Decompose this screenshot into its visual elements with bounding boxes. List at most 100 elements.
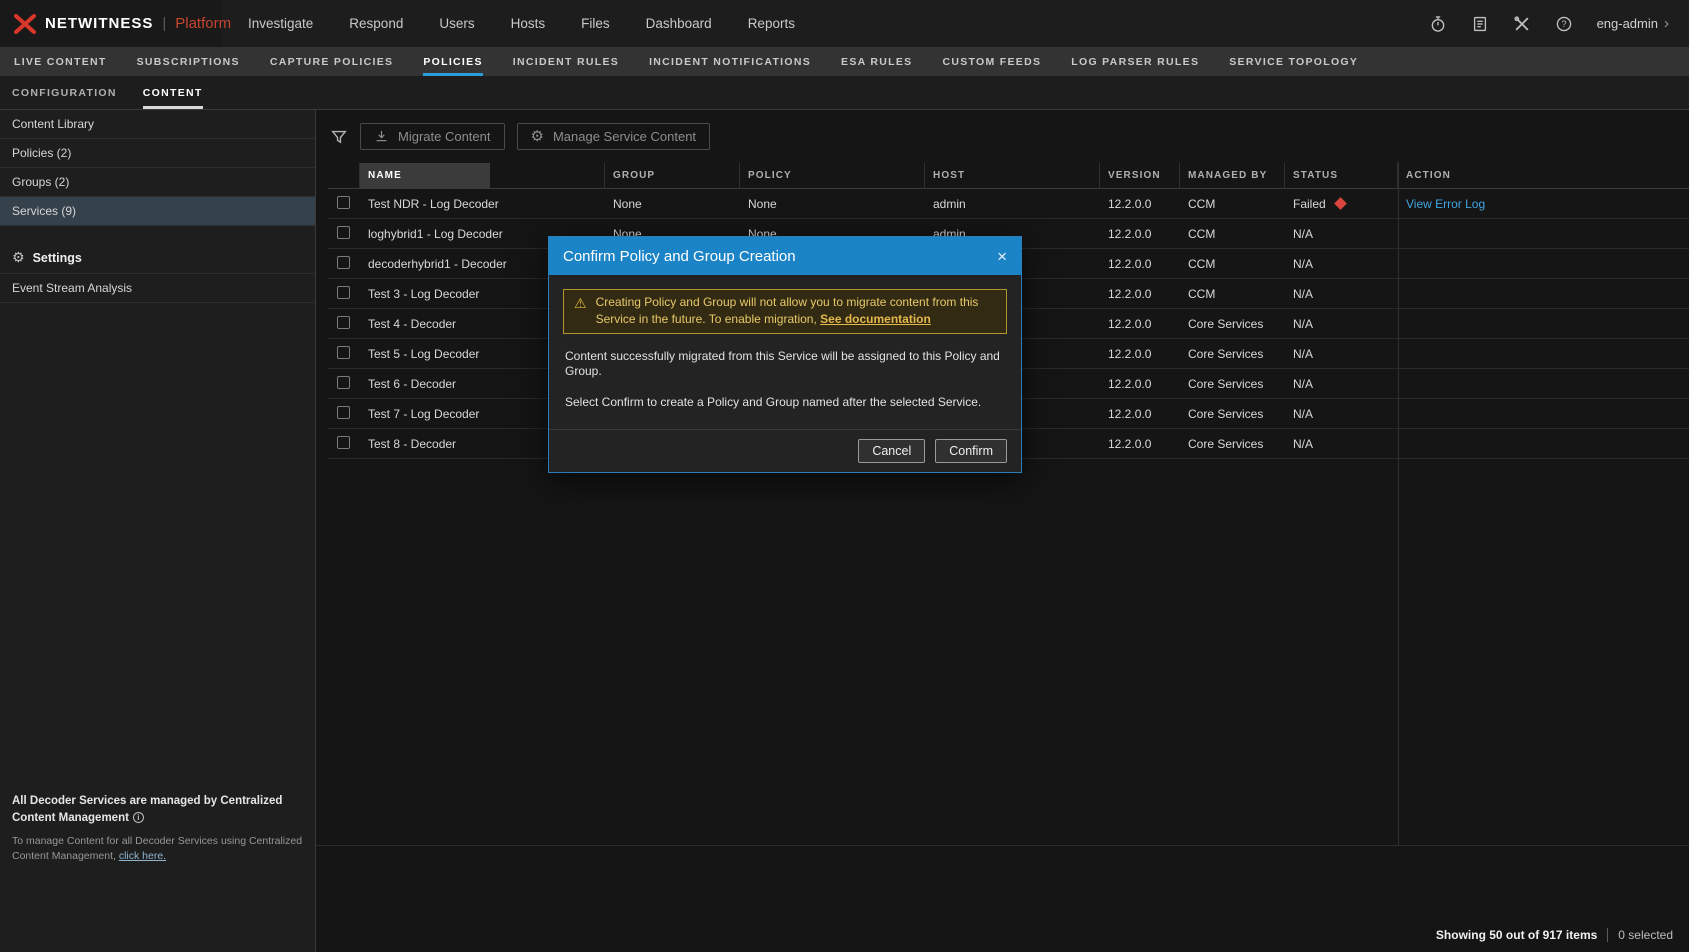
nav-files[interactable]: Files <box>581 16 610 31</box>
row-checkbox[interactable] <box>337 286 350 299</box>
subnav-service-topology[interactable]: SERVICE TOPOLOGY <box>1229 47 1358 76</box>
sidebar-item-event-stream-analysis[interactable]: Event Stream Analysis <box>0 273 315 303</box>
column-header-policy[interactable]: POLICY <box>740 163 925 188</box>
top-bar: NETWITNESS | Platform Investigate Respon… <box>0 0 1689 47</box>
sidebar: Content Library Policies (2) Groups (2) … <box>0 110 316 952</box>
svg-text:?: ? <box>1561 19 1566 29</box>
info-icon[interactable]: i <box>133 812 144 823</box>
nav-investigate[interactable]: Investigate <box>248 16 313 31</box>
column-header-managed-by[interactable]: MANAGED BY <box>1180 163 1285 188</box>
subnav-subscriptions[interactable]: SUBSCRIPTIONS <box>137 47 240 76</box>
timer-icon[interactable] <box>1429 15 1447 33</box>
table-header: NAME GROUP POLICY HOST VERSION MANAGED B… <box>328 163 1689 189</box>
sidebar-item-services[interactable]: Services (9) <box>0 197 315 226</box>
sidebar-item-policies[interactable]: Policies (2) <box>0 139 315 168</box>
migrate-content-button[interactable]: Migrate Content <box>360 123 505 150</box>
cell-group: None <box>605 197 740 211</box>
column-header-group[interactable]: GROUP <box>605 163 740 188</box>
dialog-paragraph-1: Content successfully migrated from this … <box>565 349 1005 380</box>
report-icon[interactable] <box>1471 15 1489 33</box>
see-documentation-link[interactable]: See documentation <box>820 312 931 326</box>
sidebar-item-content-library[interactable]: Content Library <box>0 110 315 139</box>
nav-hosts[interactable]: Hosts <box>511 16 546 31</box>
row-checkbox[interactable] <box>337 196 350 209</box>
subnav-custom-feeds[interactable]: CUSTOM FEEDS <box>942 47 1041 76</box>
subnav-live-content[interactable]: LIVE CONTENT <box>14 47 107 76</box>
nav-users[interactable]: Users <box>439 16 474 31</box>
cell-action: View Error Log <box>1398 197 1689 211</box>
cell-managed-by: Core Services <box>1180 407 1285 421</box>
top-right-controls: ? eng-admin › <box>1429 15 1689 33</box>
close-icon[interactable]: × <box>997 248 1007 265</box>
cell-policy: None <box>740 197 925 211</box>
subnav-incident-notifications[interactable]: INCIDENT NOTIFICATIONS <box>649 47 811 76</box>
help-icon[interactable]: ? <box>1555 15 1573 33</box>
cell-version: 12.2.0.0 <box>1100 287 1180 301</box>
sidebar-item-groups[interactable]: Groups (2) <box>0 168 315 197</box>
cell-status: N/A <box>1285 257 1398 271</box>
admin-sub-nav: LIVE CONTENT SUBSCRIPTIONS CAPTURE POLIC… <box>0 47 1689 76</box>
table-bottom-border <box>316 845 1689 846</box>
cell-version: 12.2.0.0 <box>1100 437 1180 451</box>
column-header-name[interactable]: NAME <box>360 163 605 188</box>
items-count-label: Showing 50 out of 917 items <box>1436 928 1597 942</box>
cell-version: 12.2.0.0 <box>1100 377 1180 391</box>
admin-tools-icon[interactable] <box>1513 15 1531 33</box>
status-bar: Showing 50 out of 917 items 0 selected <box>1436 928 1673 942</box>
user-name: eng-admin <box>1597 16 1658 31</box>
cell-version: 12.2.0.0 <box>1100 317 1180 331</box>
row-checkbox[interactable] <box>337 226 350 239</box>
row-checkbox[interactable] <box>337 406 350 419</box>
row-checkbox[interactable] <box>337 346 350 359</box>
cell-status: N/A <box>1285 287 1398 301</box>
row-checkbox-cell <box>328 436 360 452</box>
view-error-log-link[interactable]: View Error Log <box>1406 197 1485 211</box>
status-action-column-divider <box>1398 162 1399 845</box>
row-checkbox-cell <box>328 226 360 242</box>
migration-warning-banner: ⚠ Creating Policy and Group will not all… <box>563 289 1007 334</box>
filter-icon[interactable] <box>330 128 348 146</box>
subnav-policies[interactable]: POLICIES <box>423 47 482 76</box>
nav-reports[interactable]: Reports <box>748 16 795 31</box>
brand[interactable]: NETWITNESS | Platform <box>0 0 222 47</box>
tab-content[interactable]: CONTENT <box>143 76 203 109</box>
dialog-paragraph-2: Select Confirm to create a Policy and Gr… <box>565 395 1005 411</box>
netwitness-logo-icon <box>14 14 36 34</box>
cancel-button[interactable]: Cancel <box>858 439 925 463</box>
cell-version: 12.2.0.0 <box>1100 227 1180 241</box>
tab-configuration[interactable]: CONFIGURATION <box>12 76 117 109</box>
confirm-button[interactable]: Confirm <box>935 439 1007 463</box>
nav-dashboard[interactable]: Dashboard <box>646 16 712 31</box>
subnav-esa-rules[interactable]: ESA RULES <box>841 47 912 76</box>
subnav-incident-rules[interactable]: INCIDENT RULES <box>513 47 619 76</box>
ccm-notice-title: All Decoder Services are managed by Cent… <box>12 793 303 826</box>
click-here-link[interactable]: click here. <box>119 850 166 862</box>
cell-managed-by: Core Services <box>1180 437 1285 451</box>
row-checkbox[interactable] <box>337 436 350 449</box>
nav-respond[interactable]: Respond <box>349 16 403 31</box>
policies-tabs: CONFIGURATION CONTENT <box>0 76 1689 110</box>
warning-message: Creating Policy and Group will not allow… <box>596 294 996 328</box>
manage-service-content-button[interactable]: ⚙ Manage Service Content <box>517 123 711 150</box>
row-checkbox-cell <box>328 346 360 362</box>
row-checkbox-cell <box>328 256 360 272</box>
main-nav: Investigate Respond Users Hosts Files Da… <box>248 16 795 31</box>
cell-status: N/A <box>1285 377 1398 391</box>
selected-count-label: 0 selected <box>1618 928 1673 942</box>
cell-status: N/A <box>1285 407 1398 421</box>
column-header-status[interactable]: STATUS <box>1285 163 1398 188</box>
chevron-right-icon: › <box>1664 15 1669 32</box>
ccm-notice-text: All Decoder Services are managed by Cent… <box>12 795 282 824</box>
column-header-action[interactable]: ACTION <box>1398 163 1689 188</box>
column-header-version[interactable]: VERSION <box>1100 163 1180 188</box>
failed-status-icon <box>1334 197 1347 210</box>
cell-status: N/A <box>1285 317 1398 331</box>
row-checkbox[interactable] <box>337 316 350 329</box>
header-checkbox-cell <box>328 163 360 188</box>
subnav-capture-policies[interactable]: CAPTURE POLICIES <box>270 47 393 76</box>
row-checkbox[interactable] <box>337 256 350 269</box>
subnav-log-parser-rules[interactable]: LOG PARSER RULES <box>1071 47 1199 76</box>
row-checkbox[interactable] <box>337 376 350 389</box>
user-menu[interactable]: eng-admin › <box>1597 15 1669 32</box>
column-header-host[interactable]: HOST <box>925 163 1100 188</box>
